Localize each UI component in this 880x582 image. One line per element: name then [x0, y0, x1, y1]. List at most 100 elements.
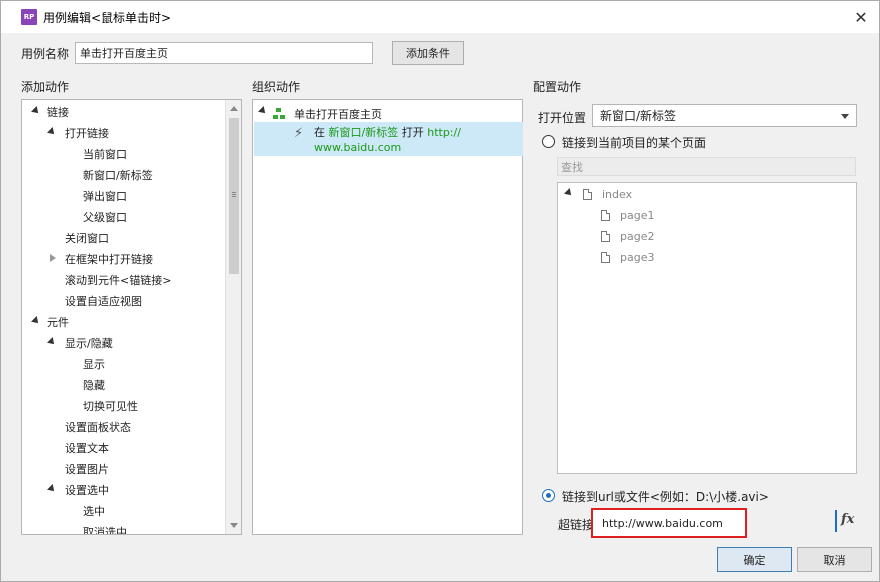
tree-node-label: 弹出窗口: [83, 189, 127, 203]
case-node[interactable]: 单击打开百度主页: [273, 105, 382, 123]
expand-triangle-icon[interactable]: [47, 484, 57, 494]
tree-node-show-hide[interactable]: 显示/隐藏: [47, 332, 113, 353]
page-icon: [583, 188, 592, 200]
tree-node-label: 设置文本: [65, 441, 109, 455]
link-to-page-label: 链接到当前项目的某个页面: [562, 136, 707, 150]
fx-button[interactable]: fx: [841, 512, 854, 527]
tree-node-label: 元件: [47, 315, 69, 329]
add-action-heading: 添加动作: [21, 80, 70, 94]
page-label: index: [602, 187, 633, 201]
page-label: page2: [620, 229, 655, 243]
tree-item-unselect[interactable]: 取消选中: [83, 521, 127, 535]
expand-triangle-icon[interactable]: [564, 188, 574, 198]
tree-node-label: 父级窗口: [83, 210, 127, 224]
tree-node-label: 隐藏: [83, 378, 105, 392]
tree-node-label: 在框架中打开链接: [65, 252, 153, 266]
tree-item-toggle-visibility[interactable]: 切换可见性: [83, 395, 138, 416]
organize-action-panel: 单击打开百度主页 ⚡ 在 新窗口/新标签 打开 http:// www.baid…: [252, 99, 523, 535]
page-tree-item-index[interactable]: index: [583, 185, 632, 203]
tree-item-hide[interactable]: 隐藏: [83, 374, 105, 395]
lightning-bolt-icon: ⚡: [294, 126, 304, 141]
page-label: page3: [620, 250, 655, 264]
close-icon: ✕: [854, 7, 868, 27]
expand-triangle-icon[interactable]: [47, 127, 57, 137]
expand-triangle-icon[interactable]: [31, 316, 41, 326]
ok-button[interactable]: 确定: [717, 547, 792, 572]
page-search-input[interactable]: 查找: [557, 157, 856, 176]
tree-item-select[interactable]: 选中: [83, 500, 105, 521]
chevron-down-icon: [841, 114, 849, 119]
hyperlink-label: 超链接: [558, 518, 595, 532]
scroll-up-arrow-icon[interactable]: [230, 106, 238, 111]
tree-node-label: 显示/隐藏: [65, 336, 113, 350]
use-case-editor-dialog: RP 用例编辑<鼠标单击时> ✕ 用例名称 单击打开百度主页 添加条件 添加动作…: [0, 0, 880, 582]
close-button[interactable]: ✕: [849, 5, 873, 29]
use-case-name-label: 用例名称: [21, 46, 70, 61]
add-action-tree: 链接 打开链接 当前窗口 新窗口/新标签 弹出窗口 父级窗口 关闭窗口 在框架中…: [21, 99, 242, 535]
tree-node-label: 当前窗口: [83, 147, 127, 161]
organize-action-heading: 组织动作: [252, 80, 301, 94]
tree-node-open-in-frame[interactable]: 在框架中打开链接: [48, 248, 153, 269]
dialog-title: 用例编辑<鼠标单击时>: [43, 10, 172, 25]
collapsed-triangle-icon[interactable]: [50, 254, 56, 262]
tree-item-close-window[interactable]: 关闭窗口: [65, 227, 109, 248]
tree-node-label: 链接: [47, 105, 69, 119]
case-tree-icon: [273, 108, 285, 120]
page-label: page1: [620, 208, 655, 222]
expand-triangle-icon[interactable]: [47, 337, 57, 347]
page-tree-item-page2[interactable]: page2: [601, 227, 654, 245]
link-to-page-radio[interactable]: [542, 135, 555, 148]
scroll-down-arrow-icon[interactable]: [230, 523, 238, 528]
tree-node-label: 显示: [83, 357, 105, 371]
title-bar: RP 用例编辑<鼠标单击时> ✕: [1, 1, 879, 33]
link-to-url-radio[interactable]: [542, 489, 555, 502]
page-icon: [601, 251, 610, 263]
link-to-url-label: 链接到url或文件<例如：D:\小楼.avi>: [562, 490, 769, 504]
tree-node-links[interactable]: 链接: [31, 101, 69, 122]
tree-item-set-image[interactable]: 设置图片: [65, 458, 109, 479]
scrollbar-thumb[interactable]: [229, 118, 239, 274]
tree-node-label: 设置图片: [65, 462, 109, 476]
tree-node-label: 设置面板状态: [65, 420, 131, 434]
tree-item-set-panel-state[interactable]: 设置面板状态: [65, 416, 131, 437]
use-case-name-input[interactable]: 单击打开百度主页: [75, 42, 374, 64]
page-icon: [601, 209, 610, 221]
tree-node-label: 新窗口/新标签: [83, 168, 153, 182]
tree-item-show[interactable]: 显示: [83, 353, 105, 374]
page-tree-item-page3[interactable]: page3: [601, 248, 654, 266]
hyperlink-input[interactable]: http://www.baidu.com: [591, 508, 747, 538]
case-label: 单击打开百度主页: [294, 108, 382, 121]
search-placeholder: 查找: [561, 160, 583, 174]
open-position-value: 新窗口/新标签: [600, 109, 677, 123]
tree-item-scroll-to-widget[interactable]: 滚动到元件<锚链接>: [65, 269, 171, 290]
page-tree-item-page1[interactable]: page1: [601, 206, 654, 224]
tree-node-label: 关闭窗口: [65, 231, 109, 245]
tree-node-label: 选中: [83, 504, 105, 518]
tree-item-set-adaptive-view[interactable]: 设置自适应视图: [65, 290, 142, 311]
add-condition-button[interactable]: 添加条件: [392, 41, 464, 65]
page-icon: [601, 230, 610, 242]
tree-node-label: 设置选中: [65, 483, 109, 497]
tree-node-label: 滚动到元件<锚链接>: [65, 273, 172, 287]
tree-node-label: 打开链接: [65, 126, 109, 140]
expand-triangle-icon[interactable]: [258, 106, 268, 116]
tree-node-widgets[interactable]: 元件: [31, 311, 69, 332]
tree-item-current-window[interactable]: 当前窗口: [83, 143, 127, 164]
hyperlink-value: http://www.baidu.com: [602, 516, 723, 530]
selected-action-row[interactable]: ⚡ 在 新窗口/新标签 打开 http:// www.baidu.com: [254, 122, 523, 156]
tree-item-popup-window[interactable]: 弹出窗口: [83, 185, 127, 206]
tree-node-open-link[interactable]: 打开链接: [47, 122, 109, 143]
open-position-select[interactable]: 新窗口/新标签: [592, 104, 857, 127]
tree-item-set-text[interactable]: 设置文本: [65, 437, 109, 458]
cancel-button[interactable]: 取消: [797, 547, 872, 572]
page-tree: index page1 page2 page3: [557, 182, 857, 474]
tree-node-label: 切换可见性: [83, 399, 138, 413]
tree-item-parent-window[interactable]: 父级窗口: [83, 206, 127, 227]
left-tree-scrollbar[interactable]: [225, 100, 241, 534]
tree-node-set-selected[interactable]: 设置选中: [47, 479, 109, 500]
expand-triangle-icon[interactable]: [31, 106, 41, 116]
open-position-label: 打开位置: [538, 111, 587, 125]
tree-item-new-window[interactable]: 新窗口/新标签: [83, 164, 153, 185]
tree-node-label: 取消选中: [83, 525, 127, 535]
action-description: 在 新窗口/新标签 打开 http:// www.baidu.com: [314, 126, 461, 154]
